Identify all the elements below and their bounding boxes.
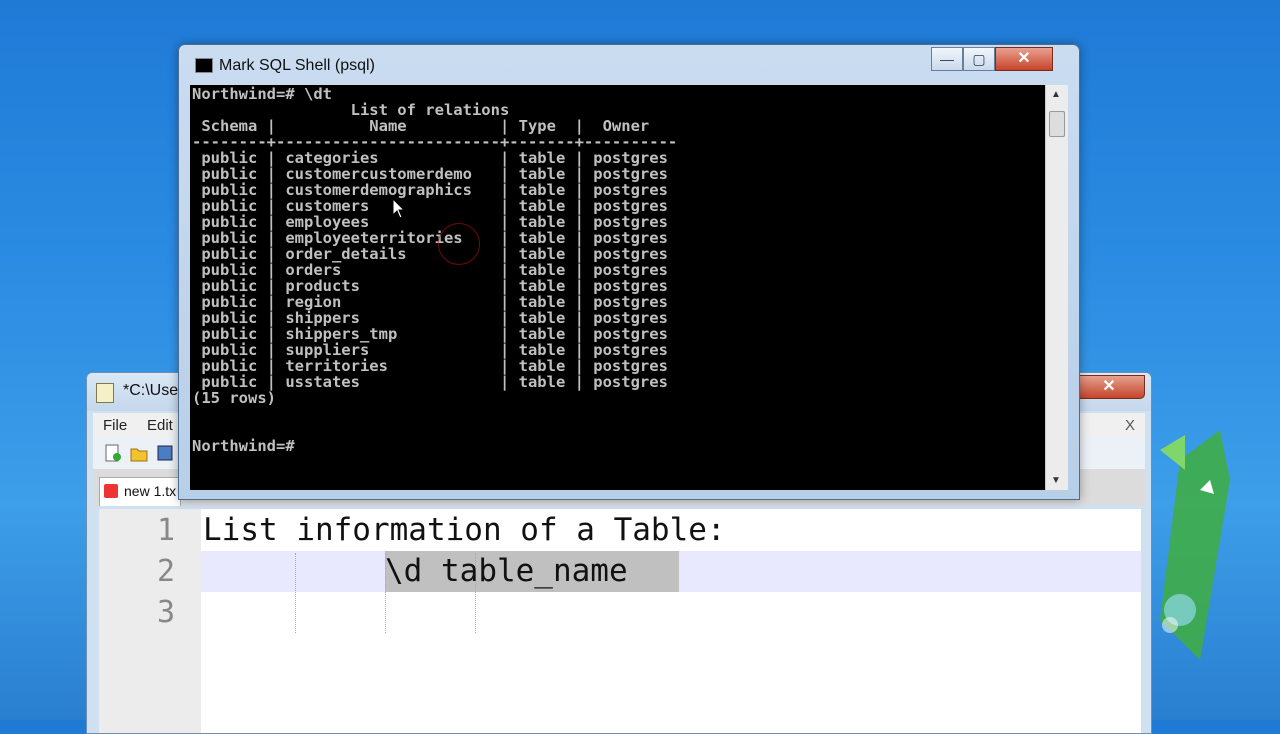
psql-title: Mark SQL Shell (psql) bbox=[219, 57, 375, 74]
new-file-icon[interactable] bbox=[103, 443, 123, 463]
psql-window[interactable]: Mark SQL Shell (psql) — ▢ ✕ Northwind=# … bbox=[178, 44, 1080, 500]
code-line-1[interactable]: List information of a Table: bbox=[203, 512, 726, 548]
console-text: Northwind=# \dt List of relations Schema… bbox=[192, 85, 678, 455]
console-app-icon bbox=[195, 58, 213, 73]
mouse-pointer-icon bbox=[392, 198, 406, 219]
click-highlight-ring bbox=[438, 223, 480, 265]
line-number: 2 bbox=[156, 554, 175, 589]
tab-label: new 1.tx bbox=[124, 483, 177, 499]
notepad-app-icon bbox=[96, 383, 114, 403]
notepad-close-button[interactable]: ✕ bbox=[1073, 375, 1145, 399]
code-line-2[interactable]: \d table_name bbox=[385, 553, 628, 589]
desktop-wallpaper-logo bbox=[1160, 430, 1230, 660]
line-number: 3 bbox=[156, 595, 175, 630]
close-document-button[interactable]: X bbox=[1125, 417, 1135, 434]
psql-close-button[interactable]: ✕ bbox=[995, 47, 1053, 71]
menu-file[interactable]: File bbox=[103, 417, 127, 434]
notepad-title: *C:\Use bbox=[123, 382, 179, 399]
maximize-button[interactable]: ▢ bbox=[963, 47, 995, 71]
scroll-down-icon[interactable]: ▼ bbox=[1051, 475, 1061, 486]
save-icon[interactable] bbox=[155, 443, 175, 463]
scroll-thumb[interactable] bbox=[1049, 111, 1065, 137]
line-number: 1 bbox=[156, 513, 175, 548]
open-folder-icon[interactable] bbox=[129, 443, 149, 463]
scroll-up-icon[interactable]: ▲ bbox=[1051, 89, 1061, 100]
minimize-button[interactable]: — bbox=[931, 47, 963, 71]
tab-new-1[interactable]: new 1.tx bbox=[99, 477, 181, 506]
console-output[interactable]: Northwind=# \dt List of relations Schema… bbox=[190, 85, 1045, 490]
console-scrollbar[interactable]: ▲ ▼ bbox=[1045, 85, 1068, 490]
menu-edit[interactable]: Edit bbox=[147, 417, 173, 434]
editor-area[interactable]: 1 2 3 List information of a Table: \d ta… bbox=[99, 509, 1141, 733]
indent-guide bbox=[295, 553, 296, 633]
unsaved-file-icon bbox=[104, 484, 118, 498]
